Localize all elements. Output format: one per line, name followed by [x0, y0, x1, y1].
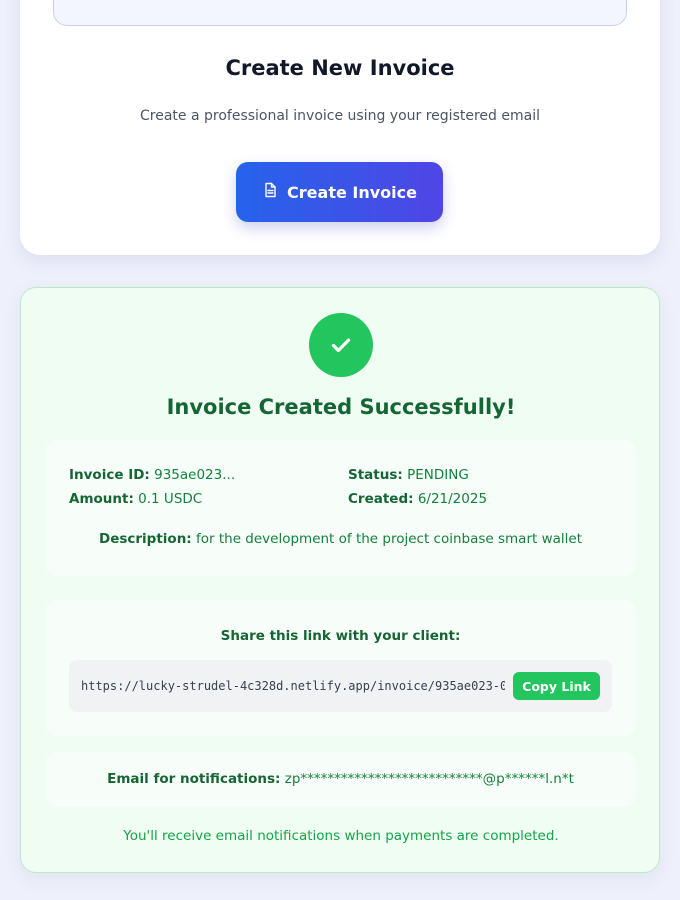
share-link-section: Share this link with your client: Copy L… [45, 600, 636, 736]
amount-label: Amount: [69, 491, 134, 507]
share-link-row: Copy Link [69, 660, 612, 712]
check-icon [309, 313, 373, 377]
description-value: for the development of the project coinb… [196, 531, 583, 547]
status-label: Status: [348, 467, 403, 483]
created-label: Created: [348, 491, 414, 507]
notification-email-section: Email for notifications: zp*************… [45, 752, 636, 807]
create-invoice-title: Create New Invoice [225, 56, 455, 80]
description-label: Description: [98, 531, 192, 547]
created-row: Created: 6/21/2025 [348, 491, 487, 507]
invoice-id-value: 935ae023... [154, 467, 236, 483]
notification-notice: You'll receive email notifications when … [123, 828, 559, 844]
document-icon [262, 182, 278, 202]
amount-value: 0.1 USDC [138, 491, 203, 507]
top-info-box [53, 0, 627, 26]
share-link-label: Share this link with your client: [220, 628, 461, 644]
notification-email-row: Email for notifications: zp*************… [45, 771, 636, 787]
success-title: Invoice Created Successfully! [166, 395, 516, 419]
invoice-success-card: Invoice Created Successfully! Invoice ID… [20, 287, 660, 873]
description-row: Description: for the development of the … [45, 531, 636, 547]
create-invoice-button-label: Create Invoice [287, 182, 417, 202]
amount-row: Amount: 0.1 USDC [69, 491, 202, 507]
status-row: Status: PENDING [348, 467, 469, 483]
status-badge: PENDING [407, 467, 469, 483]
created-value: 6/21/2025 [417, 491, 488, 507]
invoice-id-label: Invoice ID: [69, 467, 150, 483]
invoice-id-row: Invoice ID: 935ae023... [69, 467, 235, 483]
invoice-details: Invoice ID: 935ae023... Status: PENDING … [45, 440, 636, 576]
create-invoice-button[interactable]: Create Invoice [236, 162, 443, 222]
create-invoice-card: Create New Invoice Create a professional… [20, 0, 660, 255]
share-link-input[interactable] [81, 677, 505, 695]
notification-email-value: zp***************************@p******l.n… [284, 771, 574, 787]
copy-link-button[interactable]: Copy Link [513, 672, 600, 700]
notification-email-label: Email for notifications: [107, 771, 281, 787]
create-invoice-subtitle: Create a professional invoice using your… [140, 108, 540, 124]
